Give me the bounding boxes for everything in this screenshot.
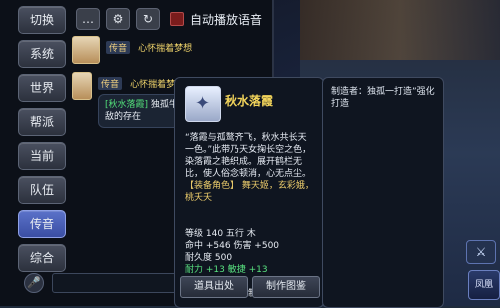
sidebar-item-all[interactable]: 综合 <box>18 244 66 272</box>
mic-icon[interactable]: 🎤 <box>24 273 44 293</box>
sidebar-item-guild[interactable]: 帮派 <box>18 108 66 136</box>
item-link[interactable]: [秋水落霞] <box>105 100 148 110</box>
message-sender-name[interactable]: 心怀揣着梦想 <box>138 44 192 54</box>
stat-durability: 耐久度 500 <box>185 253 233 263</box>
chat-message: 传音 心怀揣着梦想 <box>72 36 262 64</box>
chat-toolbar: … ⚙ ↻ 自动播放语音 <box>76 8 262 30</box>
sidebar-item-world[interactable]: 世界 <box>18 74 66 102</box>
top-decoration <box>300 0 500 60</box>
auto-voice-checkbox[interactable] <box>170 12 184 26</box>
maker-info-panel: 制造者：独孤一打造”强化打造 <box>322 77 444 308</box>
item-source-button[interactable]: 道具出处 <box>180 276 248 298</box>
crafting-guide-button[interactable]: 制作图鉴 <box>252 276 320 298</box>
shortcut-icon[interactable]: ⚔ <box>466 240 496 264</box>
auto-voice-label: 自动播放语音 <box>190 12 263 27</box>
sidebar-item-system[interactable]: 系统 <box>18 40 66 68</box>
sidebar-item-current[interactable]: 当前 <box>18 142 66 170</box>
phoenix-badge[interactable]: 凤凰 <box>468 270 500 300</box>
sidebar-item-whisper[interactable]: 传音 <box>18 210 66 238</box>
item-roles: 【装备角色】 舞天姬，玄彩娥，桃夭夭 <box>185 180 315 204</box>
maker-text: 制造者：独孤一打造”强化打造 <box>331 87 435 109</box>
avatar[interactable] <box>72 72 92 100</box>
stat-level: 等级 140 五行 木 <box>185 229 256 239</box>
message-channel-tag: 传音 <box>106 41 131 54</box>
message-channel-tag: 传音 <box>98 77 123 90</box>
role-label: 【装备角色】 <box>185 181 240 191</box>
avatar[interactable] <box>72 36 100 64</box>
item-tooltip: ✦ 秋水落霞 “落霞与孤鹜齐飞，秋水共长天一色。”此带乃天女掬长空之色，染落霞之… <box>174 77 324 308</box>
stat-bonus: 耐力 +13 敏捷 +13 <box>185 265 268 275</box>
stat-damage: 命中 +546 伤害 +500 <box>185 241 280 251</box>
item-flavor-text: “落霞与孤鹜齐飞，秋水共长天一色。”此带乃天女掬长空之色，染落霞之艳织成。展开鹤… <box>185 133 312 179</box>
channel-sidebar: 切换 系统 世界 帮派 当前 队伍 传音 综合 <box>18 6 66 278</box>
sidebar-item-team[interactable]: 队伍 <box>18 176 66 204</box>
gear-icon[interactable]: ⚙ <box>106 8 130 30</box>
sword-icon: ✦ <box>185 86 221 122</box>
chat-bubble-icon[interactable]: … <box>76 8 100 30</box>
refresh-icon[interactable]: ↻ <box>136 8 160 30</box>
item-title: 秋水落霞 <box>225 94 274 108</box>
sidebar-item-switch[interactable]: 切换 <box>18 6 66 34</box>
item-description: “落霞与孤鹜齐飞，秋水共长天一色。”此带乃天女掬长空之色，染落霞之艳织成。展开鹤… <box>185 132 315 204</box>
